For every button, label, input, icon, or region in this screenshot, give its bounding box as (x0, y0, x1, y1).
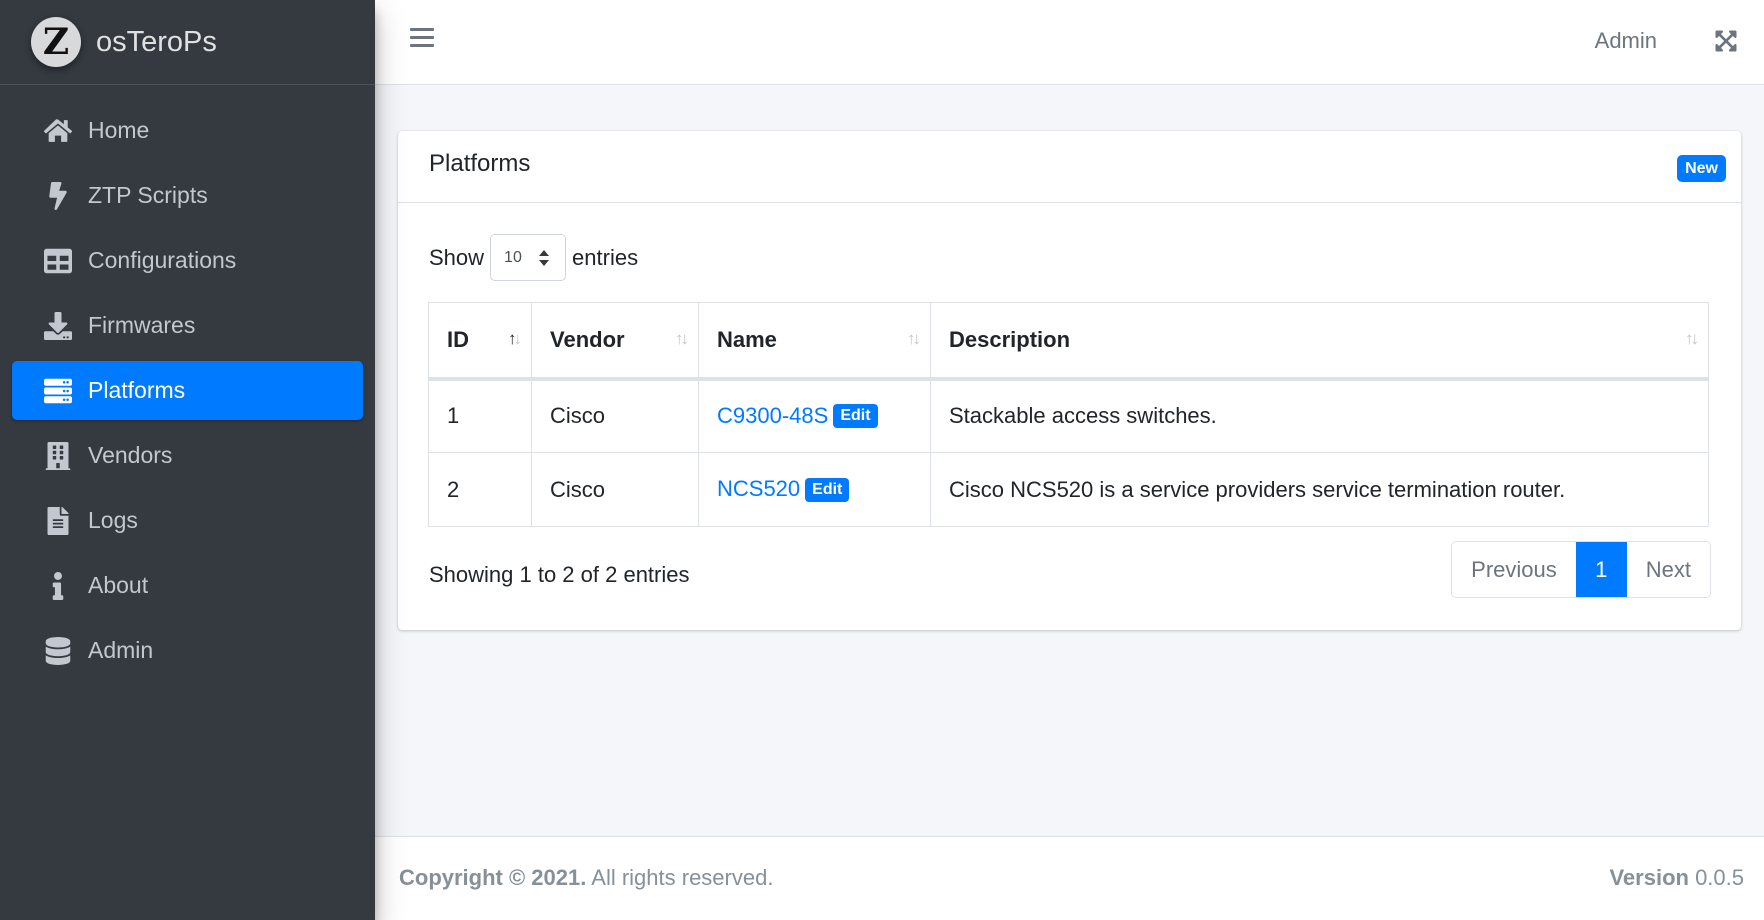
expand-icon[interactable] (1714, 29, 1738, 53)
hamburger-icon[interactable] (410, 28, 434, 52)
column-header-name[interactable]: Name ↑↓ (698, 302, 931, 381)
table-row: 1 Cisco C9300-48S Edit Stackable access s… (428, 378, 1709, 453)
sidebar-item-logs[interactable]: Logs (12, 491, 363, 550)
cell-vendor: Cisco (531, 378, 699, 453)
column-header-vendor[interactable]: Vendor ↑↓ (531, 302, 699, 381)
edit-button[interactable]: Edit (805, 477, 850, 502)
previous-page-button[interactable]: Previous (1452, 542, 1576, 597)
page-button-current[interactable]: 1 (1575, 542, 1627, 597)
cell-vendor: Cisco (531, 452, 699, 527)
pagination: Previous 1 Next (1451, 541, 1711, 598)
footer: Copyright © 2021. All rights reserved. V… (375, 836, 1764, 920)
sidebar-item-admin[interactable]: Admin (12, 621, 363, 680)
edit-button[interactable]: Edit (833, 404, 878, 429)
sort-asc-icon: ↑↓ (508, 329, 522, 348)
sort-icon: ↑↓ (675, 329, 689, 348)
cell-name: NCS520 Edit (698, 452, 931, 527)
sidebar-item-label: Configurations (88, 247, 237, 273)
page-length-value: 10 (504, 248, 522, 266)
sort-icon: ↑↓ (907, 329, 921, 348)
sidebar-item-vendors[interactable]: Vendors (12, 426, 363, 485)
sort-icon: ↑↓ (1685, 329, 1699, 348)
cell-id: 2 (428, 452, 532, 527)
sidebar-item-configurations[interactable]: Configurations (12, 231, 363, 290)
top-navbar: Admin (375, 0, 1764, 85)
sidebar-item-home[interactable]: Home (12, 101, 363, 160)
download-icon (42, 310, 74, 342)
sidebar-nav: Home ZTP Scripts Configurations Firmware… (0, 85, 375, 680)
platform-name-link[interactable]: C9300-48S (717, 403, 828, 428)
page-length-select[interactable]: 10 (490, 234, 567, 281)
brand-name: osTeroPs (96, 25, 217, 58)
sidebar-item-label: About (88, 572, 149, 598)
version-info: Version 0.0.5 (1609, 865, 1744, 890)
sidebar-item-label: Logs (88, 507, 138, 533)
next-page-button[interactable]: Next (1626, 542, 1710, 597)
sidebar-item-firmwares[interactable]: Firmwares (12, 296, 363, 355)
info-icon (42, 570, 74, 602)
sidebar-item-label: Firmwares (88, 312, 196, 338)
sidebar-item-about[interactable]: About (12, 556, 363, 615)
platforms-card: Platforms New Show 10 entries ID ↑↓ Vendo… (398, 131, 1741, 630)
table-icon (42, 245, 74, 277)
entries-label: entries (572, 244, 639, 270)
cell-description: Cisco NCS520 is a service providers serv… (930, 452, 1709, 527)
platform-name-link[interactable]: NCS520 (717, 476, 800, 501)
table-info: Showing 1 to 2 of 2 entries (429, 562, 690, 587)
cell-name: C9300-48S Edit (698, 378, 931, 453)
sidebar-item-ztp-scripts[interactable]: ZTP Scripts (12, 166, 363, 225)
sort-caret-icon (539, 250, 550, 266)
sidebar: Z osTeroPs Home ZTP Scripts Configuratio… (0, 0, 375, 920)
building-icon (42, 440, 74, 472)
sidebar-item-label: Home (88, 117, 150, 143)
sidebar-item-label: ZTP Scripts (88, 182, 208, 208)
page-length-control: Show 10 entries (429, 234, 638, 281)
table-header-row: ID ↑↓ Vendor ↑↓ Name ↑↓ Description ↑↓ (428, 302, 1709, 381)
admin-link[interactable]: Admin (1595, 28, 1657, 54)
brand-logo: Z (31, 17, 81, 67)
platforms-table: ID ↑↓ Vendor ↑↓ Name ↑↓ Description ↑↓ 1 Cis… (428, 302, 1709, 527)
new-platform-button[interactable]: New (1677, 155, 1726, 182)
cell-description: Stackable access switches. (930, 378, 1709, 453)
brand-link[interactable]: Z osTeroPs (0, 0, 375, 85)
sidebar-item-label: Admin (88, 637, 154, 663)
card-title: Platforms (429, 150, 531, 177)
copyright: Copyright © 2021. All rights reserved. (399, 865, 774, 890)
sidebar-item-platforms[interactable]: Platforms (12, 361, 363, 420)
database-icon (42, 635, 74, 667)
file-icon (42, 505, 74, 537)
cell-id: 1 (428, 378, 532, 453)
home-icon (42, 115, 74, 147)
server-icon (42, 375, 74, 407)
column-header-id[interactable]: ID ↑↓ (428, 302, 532, 381)
show-label: Show (429, 244, 485, 270)
bolt-icon (42, 180, 74, 212)
card-header: Platforms New (398, 131, 1741, 203)
sidebar-item-label: Platforms (88, 377, 186, 403)
column-header-description[interactable]: Description ↑↓ (930, 302, 1709, 381)
table-row: 2 Cisco NCS520 Edit Cisco NCS520 is a ser… (428, 452, 1709, 527)
sidebar-item-label: Vendors (88, 442, 173, 468)
